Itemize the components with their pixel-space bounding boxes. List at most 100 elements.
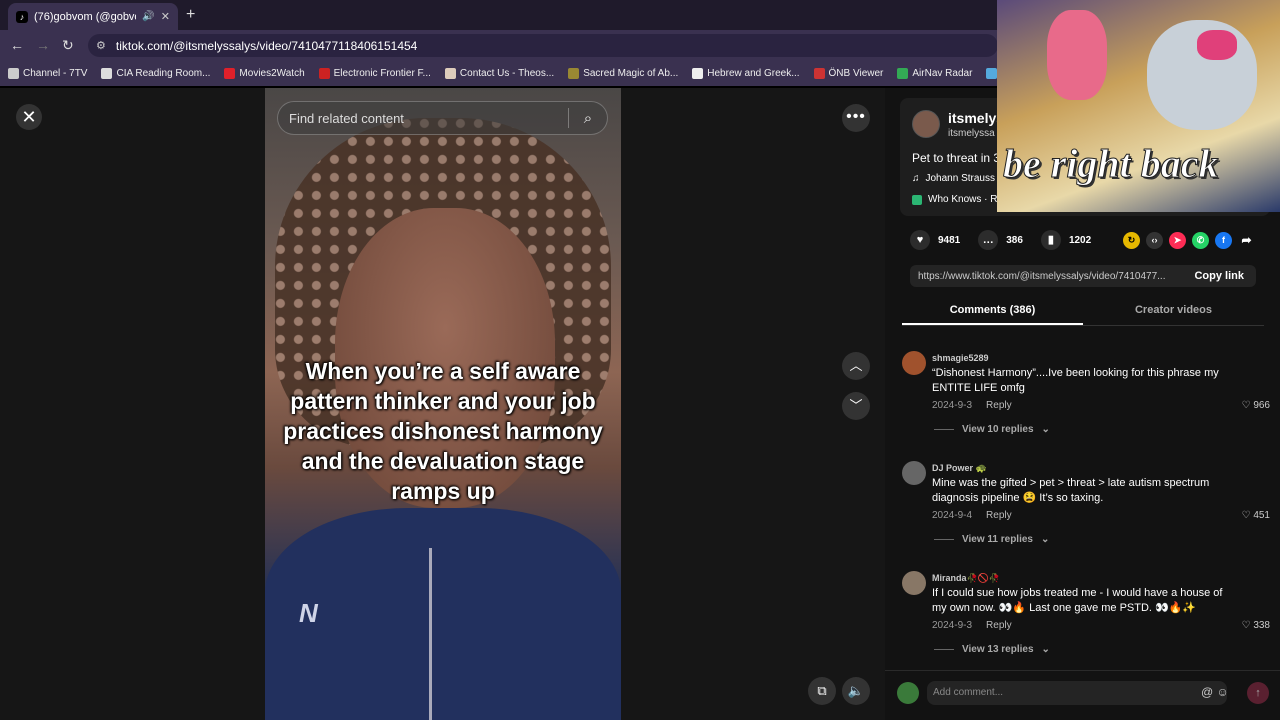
bookmark-favicon-icon <box>444 67 456 79</box>
bookmark-item[interactable]: Movies2Watch <box>224 67 305 79</box>
comment-list: shmagie5289 “Dishonest Harmony”....Ive be… <box>902 338 1272 668</box>
facebook-icon[interactable]: f <box>1215 232 1232 249</box>
comment-item: DJ Power 🐢 Mine was the gifted > pet > th… <box>902 448 1272 558</box>
comment-input-icons: @ ☺ <box>1201 685 1229 699</box>
video-caption: When you’re a self aware pattern thinker… <box>283 358 603 504</box>
share-buttons: ↻ ‹› ➤ ✆ f ➦ <box>1123 232 1255 249</box>
reload-icon[interactable]: ↻ <box>62 37 74 54</box>
bookmark-item[interactable]: CIA Reading Room... <box>101 67 211 79</box>
replies-divider <box>934 429 954 430</box>
heart-icon[interactable]: ♥ <box>910 230 930 250</box>
bookmark-label: Hebrew and Greek... <box>707 67 800 79</box>
creator-handle: itsmelyssa <box>948 128 995 139</box>
comment-icon[interactable]: … <box>978 230 999 250</box>
creator-username[interactable]: itsmelys <box>948 110 1004 126</box>
whatsapp-icon[interactable]: ✆ <box>1192 232 1209 249</box>
share-arrow-icon[interactable]: ➦ <box>1238 232 1255 249</box>
repost-icon[interactable]: ↻ <box>1123 232 1140 249</box>
bookmark-label: Channel - 7TV <box>23 67 88 79</box>
search-icon[interactable]: ⌕ <box>569 110 607 127</box>
effect-row[interactable]: Who Knows · Ra <box>912 194 1003 205</box>
commenter-name[interactable]: DJ Power 🐢 <box>932 463 987 474</box>
comment-text: “Dishonest Harmony”....Ive been looking … <box>932 367 1219 394</box>
engagement-stats: ♥ 9481 … 386 ▮ 1202 <box>910 230 1091 250</box>
mention-icon[interactable]: @ <box>1201 685 1213 699</box>
new-tab-button[interactable]: + <box>186 6 195 24</box>
bookmark-item[interactable]: Channel - 7TV <box>8 67 88 79</box>
like-count: 9481 <box>938 234 961 246</box>
view-replies-label: View 13 replies <box>962 644 1034 655</box>
view-replies-button[interactable]: View 10 replies ⌄ <box>934 424 1050 435</box>
tab-title: (76)gobvom (@gobvom) | T <box>34 10 136 23</box>
back-icon[interactable]: ← <box>10 37 24 53</box>
overlay-character-hair <box>1197 30 1237 60</box>
video-frame-jacket <box>265 508 621 720</box>
bookmark-item[interactable]: Sacred Magic of Ab... <box>568 67 679 79</box>
music-title: Johann Strauss <box>925 173 996 184</box>
previous-video-button[interactable]: ︿ <box>842 352 870 380</box>
commenter-avatar[interactable] <box>902 461 926 485</box>
view-replies-label: View 11 replies <box>962 534 1033 545</box>
related-search-bar[interactable]: Find related content ⌕ <box>277 101 608 135</box>
commenter-name[interactable]: Miranda🥀🚫🥀 <box>932 573 1000 584</box>
bookmark-icon[interactable]: ▮ <box>1040 230 1061 250</box>
comment-like[interactable]: ♡ 338 <box>1242 620 1270 631</box>
copy-link-button[interactable]: Copy link <box>1182 270 1256 282</box>
close-icon[interactable]: ✕ <box>16 104 42 130</box>
picture-in-picture-icon[interactable]: ⧉ <box>808 677 836 705</box>
bookmark-favicon-icon <box>897 67 909 79</box>
commenter-avatar[interactable] <box>902 351 926 375</box>
bookmark-label: Electronic Frontier F... <box>333 67 431 79</box>
brb-overlay: be right back <box>997 0 1280 212</box>
tab-creator-videos[interactable]: Creator videos <box>1083 296 1264 325</box>
heart-outline-icon: ♡ <box>1241 400 1251 411</box>
emoji-icon[interactable]: ☺ <box>1217 685 1229 699</box>
bookmark-item[interactable]: Electronic Frontier F... <box>318 67 431 79</box>
comment-meta: 2024-9-3 Reply <box>932 400 1012 411</box>
music-row[interactable]: ♫ Johann Strauss <box>912 173 995 184</box>
bookmark-label: Contact Us - Theos... <box>459 67 555 79</box>
comment-like-count: 338 <box>1253 620 1270 631</box>
site-settings-icon[interactable]: ⚙ <box>96 39 106 52</box>
bookmark-label: CIA Reading Room... <box>116 67 211 79</box>
comment-input[interactable]: Add comment... <box>927 681 1227 705</box>
reply-button[interactable]: Reply <box>986 620 1012 631</box>
embed-icon[interactable]: ‹› <box>1146 232 1163 249</box>
send-to-friends-icon[interactable]: ➤ <box>1169 232 1186 249</box>
comment-like[interactable]: ♡ 966 <box>1242 400 1270 411</box>
effect-name: Who Knows · Ra <box>928 194 1004 205</box>
bookmark-item[interactable]: AirNav Radar <box>897 67 973 79</box>
next-video-button[interactable]: ﹀ <box>842 392 870 420</box>
close-tab-icon[interactable]: ✕ <box>161 10 170 23</box>
comment-item: Miranda🥀🚫🥀 If I could sue how jobs treate… <box>902 558 1272 668</box>
view-replies-button[interactable]: View 11 replies ⌄ <box>934 534 1049 545</box>
more-options-button[interactable]: ••• <box>842 104 870 132</box>
video-player[interactable]: N When you’re a self aware pattern think… <box>265 88 621 720</box>
chevron-down-icon: ⌄ <box>1041 644 1050 655</box>
search-input[interactable]: Find related content <box>278 111 568 126</box>
post-comment-button[interactable]: ↑ <box>1247 682 1269 704</box>
address-bar[interactable]: ⚙ tiktok.com/@itsmelyssalys/video/741047… <box>88 34 998 57</box>
volume-icon[interactable]: 🔈 <box>842 677 870 705</box>
forward-icon[interactable]: → <box>36 37 50 53</box>
bookmark-item[interactable]: ÖNB Viewer <box>813 67 883 79</box>
comment-date: 2024-9-4 <box>932 510 973 521</box>
comment-text: If I could sue how jobs treated me - I w… <box>932 587 1223 614</box>
speaker-icon[interactable]: 🔊 <box>142 11 154 22</box>
commenter-name[interactable]: shmagie5289 <box>932 353 989 363</box>
bookmark-label: AirNav Radar <box>912 67 973 79</box>
comment-meta: 2024-9-3 Reply <box>932 620 1012 631</box>
bookmark-label: Sacred Magic of Ab... <box>583 67 679 79</box>
replies-divider <box>934 539 954 540</box>
tab-comments[interactable]: Comments (386) <box>902 296 1083 325</box>
save-count: 1202 <box>1068 234 1092 246</box>
comment-like[interactable]: ♡ 451 <box>1242 510 1270 521</box>
browser-tab[interactable]: ♪ (76)gobvom (@gobvom) | T 🔊 ✕ <box>8 3 178 30</box>
commenter-avatar[interactable] <box>902 571 926 595</box>
bookmark-item[interactable]: Hebrew and Greek... <box>692 67 800 79</box>
reply-button[interactable]: Reply <box>986 510 1012 521</box>
view-replies-button[interactable]: View 13 replies ⌄ <box>934 644 1050 655</box>
creator-avatar[interactable] <box>912 110 940 138</box>
reply-button[interactable]: Reply <box>986 400 1012 411</box>
bookmark-item[interactable]: Contact Us - Theos... <box>444 67 555 79</box>
